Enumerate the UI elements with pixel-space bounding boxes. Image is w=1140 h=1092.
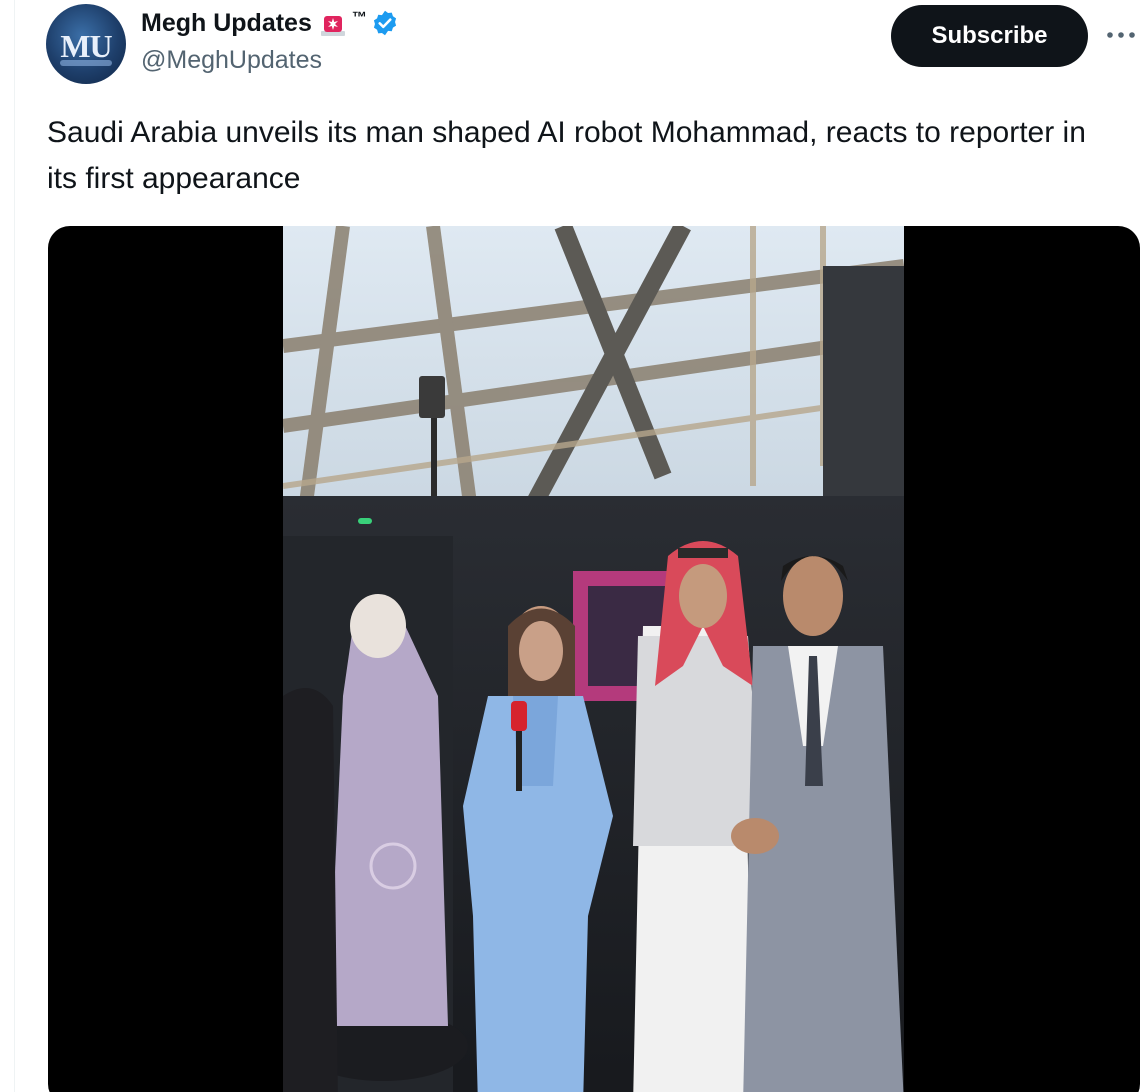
avatar[interactable]: MU bbox=[46, 4, 126, 84]
divider bbox=[14, 0, 15, 1092]
more-icon[interactable] bbox=[1104, 20, 1138, 50]
video-frame bbox=[283, 226, 904, 1092]
trademark-symbol: ™ bbox=[351, 8, 367, 26]
verified-icon bbox=[373, 10, 396, 36]
siren-icon bbox=[320, 16, 345, 36]
tweet-card: MU Megh Updates ™ @MeghUpdates Subscribe… bbox=[0, 0, 1140, 1092]
subscribe-button[interactable]: Subscribe bbox=[891, 5, 1088, 67]
author-name-row: Megh Updates ™ bbox=[141, 6, 399, 40]
video-thumbnail bbox=[283, 226, 904, 1092]
tweet-text: Saudi Arabia unveils its man shaped AI r… bbox=[47, 116, 1086, 195]
avatar-swoosh bbox=[60, 60, 112, 66]
video-player[interactable] bbox=[48, 226, 1140, 1092]
ellipsis-icon bbox=[1107, 32, 1135, 38]
author-handle[interactable]: @MeghUpdates bbox=[141, 46, 322, 75]
display-name[interactable]: Megh Updates bbox=[141, 9, 312, 38]
